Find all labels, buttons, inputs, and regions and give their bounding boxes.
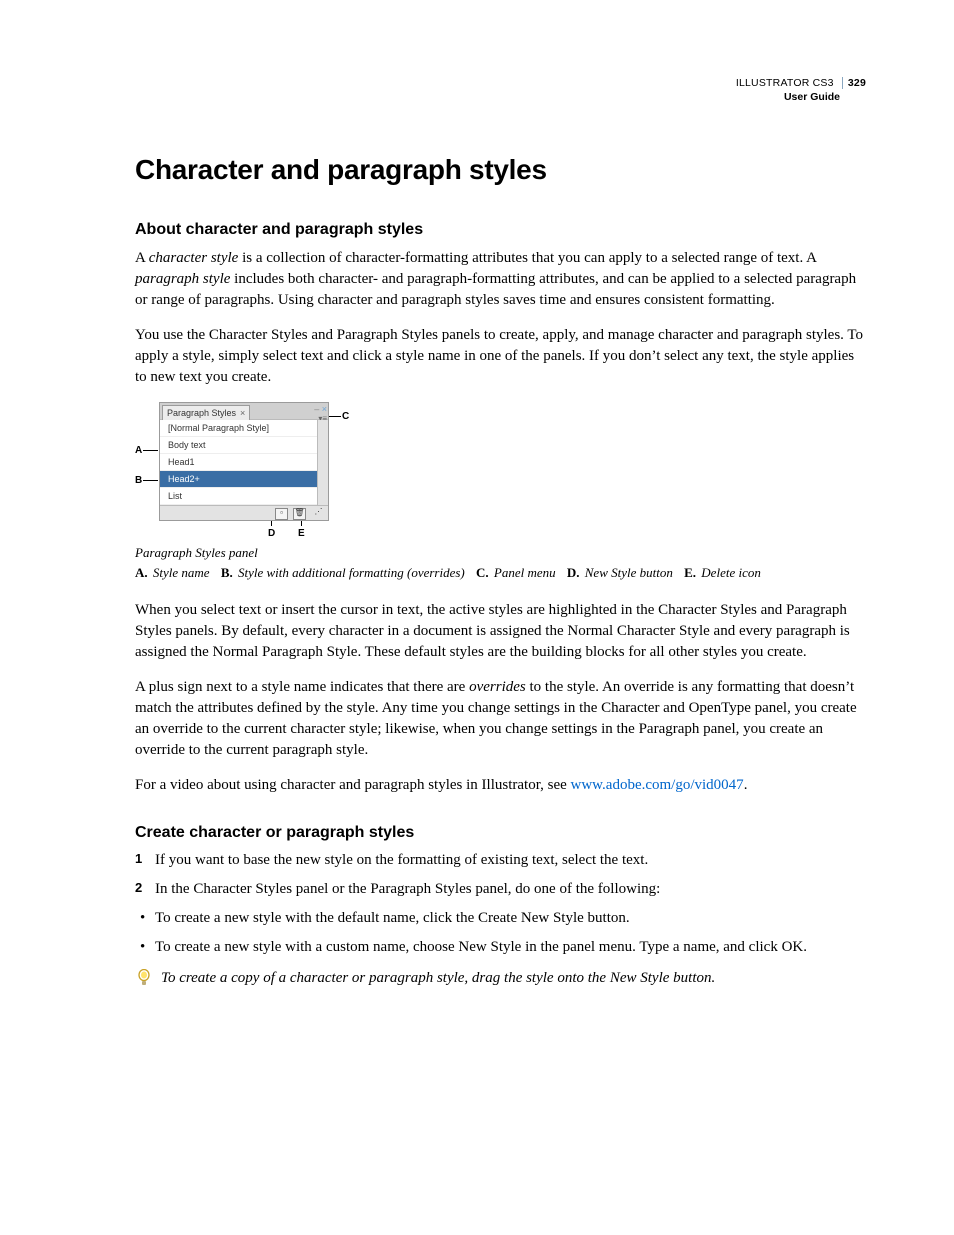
- section-heading-about: About character and paragraph styles: [135, 219, 864, 241]
- page-title: Character and paragraph styles: [135, 150, 864, 189]
- guide-subtitle: User Guide: [736, 90, 866, 104]
- step-number: 1: [135, 850, 142, 868]
- section-heading-create: Create character or paragraph styles: [135, 822, 864, 844]
- step-number: 2: [135, 879, 142, 897]
- term-paragraph-style: paragraph style: [135, 271, 230, 287]
- list-item: Body text: [160, 437, 328, 454]
- body-paragraph: A character style is a collection of cha…: [135, 248, 864, 311]
- term-overrides: overrides: [469, 679, 526, 695]
- paragraph-styles-panel: Paragraph Styles× – × ▾≡ [Normal Paragra…: [159, 402, 329, 521]
- close-icon: ×: [322, 404, 327, 414]
- callout-label: B: [135, 474, 142, 488]
- step-item: 1 If you want to base the new style on t…: [135, 850, 864, 871]
- body-paragraph: A plus sign next to a style name indicat…: [135, 677, 864, 761]
- callout-label: A: [135, 444, 142, 458]
- step-item: 2 In the Character Styles panel or the P…: [135, 879, 864, 900]
- resize-grip-icon: ⋰: [313, 508, 324, 518]
- callout-label: C: [342, 410, 349, 424]
- figure-caption: Paragraph Styles panel: [135, 544, 864, 562]
- video-link[interactable]: www.adobe.com/go/vid0047: [571, 777, 744, 793]
- lightbulb-icon: [137, 969, 151, 987]
- figure-legend: A. Style name B. Style with additional f…: [135, 564, 864, 582]
- list-item: Head1: [160, 454, 328, 471]
- callout-label: E: [298, 527, 305, 541]
- body-paragraph: When you select text or insert the curso…: [135, 600, 864, 663]
- product-name: ILLUSTRATOR CS3: [736, 77, 834, 89]
- style-list: [Normal Paragraph Style] Body text Head1…: [160, 419, 328, 505]
- figure-paragraph-styles-panel: A B C D E Paragraph Styles× – × ▾≡ [Norm…: [135, 402, 365, 542]
- close-icon: ×: [240, 408, 245, 418]
- tip-note: To create a copy of a character or parag…: [135, 968, 864, 989]
- body-paragraph: You use the Character Styles and Paragra…: [135, 325, 864, 388]
- new-style-icon: ▫: [275, 508, 288, 520]
- page-number: 329: [842, 77, 866, 89]
- delete-icon: 🗑: [293, 508, 306, 520]
- callout-label: D: [268, 527, 275, 541]
- minimize-icon: –: [314, 404, 319, 414]
- bullet-item: To create a new style with a custom name…: [135, 937, 864, 958]
- running-header: ILLUSTRATOR CS3 329 User Guide: [736, 76, 866, 104]
- list-item-selected: Head2+: [160, 471, 328, 488]
- term-character-style: character style: [149, 250, 239, 266]
- bullet-item: To create a new style with the default n…: [135, 908, 864, 929]
- scrollbar: [317, 420, 328, 506]
- body-paragraph: For a video about using character and pa…: [135, 775, 864, 796]
- list-item: [Normal Paragraph Style]: [160, 420, 328, 437]
- panel-tab: Paragraph Styles×: [162, 405, 250, 420]
- list-item: List: [160, 488, 328, 505]
